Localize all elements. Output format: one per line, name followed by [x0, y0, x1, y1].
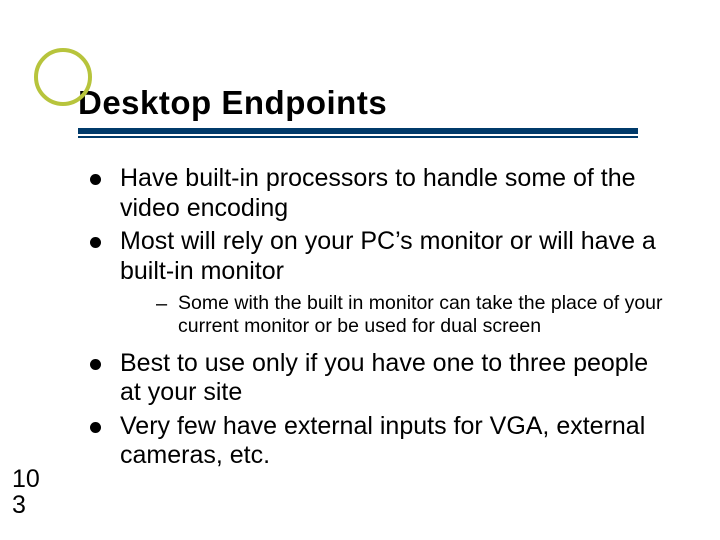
rule-thick — [78, 128, 638, 134]
sub-bullet-text: Some with the built in monitor can take … — [178, 292, 663, 337]
bullet-text: Best to use only if you have one to thre… — [120, 349, 648, 407]
accent-circle-icon — [34, 48, 92, 106]
bullet-item: Very few have external inputs for VGA, e… — [90, 412, 670, 471]
page-number: 10 3 — [12, 466, 40, 519]
slide: Desktop Endpoints Have built-in processo… — [0, 0, 720, 540]
bullet-text: Most will rely on your PC’s monitor or w… — [120, 227, 656, 285]
bullet-item: Best to use only if you have one to thre… — [90, 349, 670, 408]
sub-bullet-list: Some with the built in monitor can take … — [156, 292, 670, 339]
bullet-list: Have built-in processors to handle some … — [90, 164, 670, 471]
bullet-item: Most will rely on your PC’s monitor or w… — [90, 227, 670, 339]
rule-thin — [78, 136, 638, 138]
bullet-text: Have built-in processors to handle some … — [120, 164, 636, 222]
page-number-line: 3 — [12, 492, 40, 518]
slide-body: Have built-in processors to handle some … — [90, 164, 670, 471]
slide-title: Desktop Endpoints — [78, 84, 670, 122]
title-underline — [78, 128, 670, 138]
sub-bullet-item: Some with the built in monitor can take … — [156, 292, 670, 339]
bullet-item: Have built-in processors to handle some … — [90, 164, 670, 223]
bullet-text: Very few have external inputs for VGA, e… — [120, 412, 645, 470]
page-number-line: 10 — [12, 466, 40, 492]
